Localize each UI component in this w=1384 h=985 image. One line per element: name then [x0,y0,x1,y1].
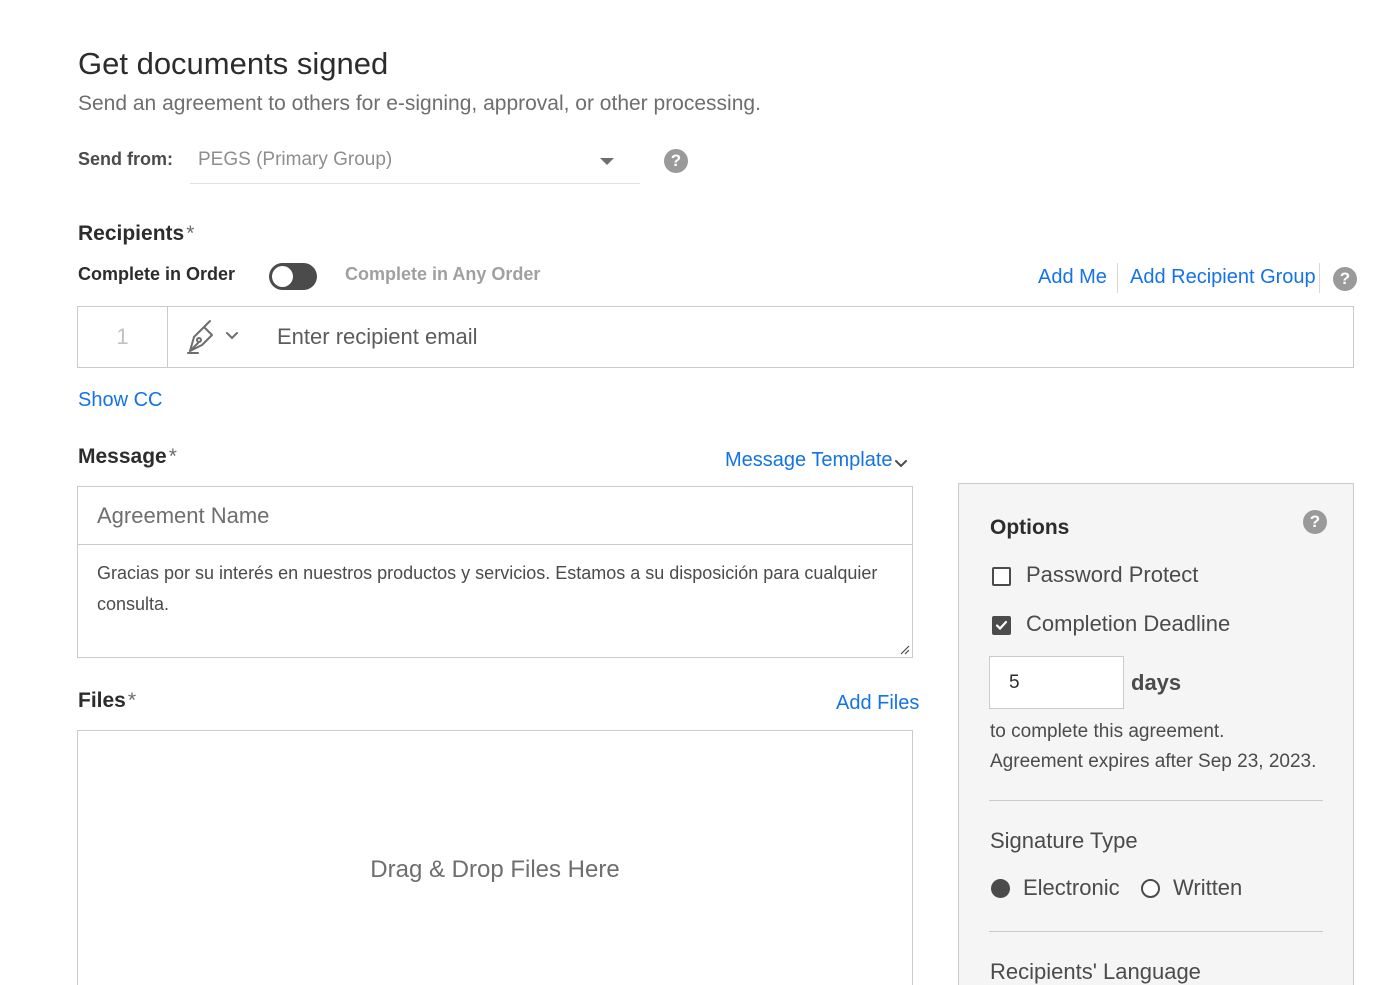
agreement-name-placeholder: Agreement Name [97,503,270,528]
password-protect-label: Password Protect [1026,562,1199,587]
divider [989,931,1323,932]
recipient-email-input[interactable]: Enter recipient email [277,324,478,350]
recipients-heading: Recipients* [78,222,194,246]
agreement-name-field[interactable]: Agreement Name [77,486,913,545]
message-template-dropdown[interactable]: Message Template [725,449,907,472]
written-label: Written [1173,875,1243,900]
link-divider [1319,263,1320,293]
recipient-number: 1 [78,307,168,367]
deadline-description: to complete this agreement. [990,721,1225,742]
recipients-language-label: Recipients' Language [990,959,1201,984]
message-textarea[interactable]: Gracias por su interés en nuestros produ… [77,544,913,658]
electronic-label: Electronic [1023,875,1120,900]
required-marker: * [186,222,195,245]
drop-zone-text: Drag & Drop Files Here [370,856,620,883]
expiration-text: Agreement expires after Sep 23, 2023. [990,751,1317,772]
files-heading: Files* [78,689,136,713]
checkmark-icon [995,620,1008,631]
options-title: Options [990,516,1070,539]
pen-nib-icon [187,320,238,354]
send-from-help-icon[interactable]: ? [664,149,688,173]
password-protect-checkbox[interactable] [992,567,1011,586]
complete-in-order-label: Complete in Order [78,264,236,284]
required-marker: * [127,689,137,712]
add-recipient-group-link[interactable]: Add Recipient Group [1130,266,1316,289]
complete-any-order-label: Complete in Any Order [345,264,541,284]
days-label: days [1131,670,1182,695]
divider [989,800,1323,801]
message-template-label: Message Template [725,449,893,471]
send-from-label: Send from: [78,149,174,169]
add-me-link[interactable]: Add Me [1038,266,1107,289]
completion-deadline-checkbox[interactable] [992,616,1011,635]
file-drop-zone[interactable]: Drag & Drop Files Here [77,730,913,985]
link-divider [1117,263,1118,293]
message-heading: Message* [78,445,177,469]
completion-deadline-label: Completion Deadline [1026,611,1231,636]
send-from-dropdown[interactable]: PEGS (Primary Group) [190,140,640,184]
show-cc-link[interactable]: Show CC [78,389,162,412]
message-label: Message [78,445,167,468]
recipients-label: Recipients [78,222,185,245]
required-marker: * [168,445,177,468]
files-label: Files [78,689,126,712]
written-radio[interactable] [1141,879,1160,898]
recipients-help-icon[interactable]: ? [1333,267,1357,291]
recipient-role-picker[interactable] [168,307,258,367]
recipient-row: 1 Enter recipient email [77,306,1354,368]
options-panel: Options ? Password Protect Completion De… [958,483,1354,985]
chevron-down-icon [895,460,907,468]
message-body: Gracias por su interés en nuestros produ… [97,563,878,614]
signature-type-label: Signature Type [990,828,1138,853]
add-files-link[interactable]: Add Files [836,692,919,715]
page-subtitle: Send an agreement to others for e-signin… [78,92,761,115]
send-from-value: PEGS (Primary Group) [198,149,393,170]
electronic-radio[interactable] [991,879,1010,898]
deadline-days-input[interactable]: 5 [989,656,1124,709]
resize-grip-icon[interactable] [900,645,910,655]
signing-order-toggle[interactable] [269,263,317,290]
chevron-down-icon [600,158,614,165]
toggle-knob [272,266,293,287]
options-help-icon[interactable]: ? [1303,510,1327,534]
page-title: Get documents signed [78,46,389,81]
